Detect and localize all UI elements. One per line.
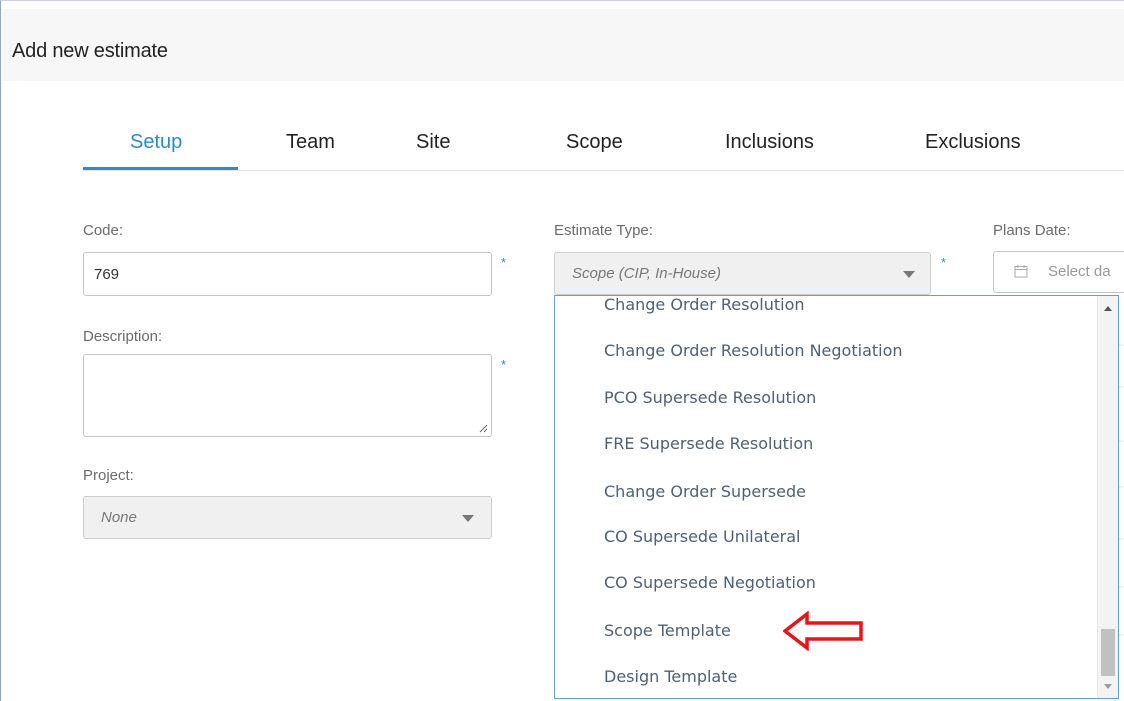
dropdown-option-scope-template[interactable]: Scope Template (604, 621, 731, 640)
chevron-down-icon (903, 271, 915, 278)
tab-site[interactable]: Site (416, 131, 450, 154)
tab-team[interactable]: Team (286, 131, 335, 154)
estimate-type-label: Estimate Type: (554, 222, 653, 239)
estimate-type-select[interactable]: Scope (CIP, In-House) (554, 252, 931, 295)
scrollbar-thumb[interactable] (1101, 629, 1115, 676)
left-arrow-annotation-icon (783, 611, 863, 651)
tab-setup[interactable]: Setup (130, 131, 182, 154)
scroll-down-icon[interactable] (1104, 684, 1112, 689)
description-label: Description: (83, 328, 163, 345)
dropdown-scrollbar[interactable] (1097, 296, 1118, 698)
dialog-header: Add new estimate (2, 9, 1124, 81)
scroll-up-icon[interactable] (1104, 306, 1112, 311)
tab-exclusions[interactable]: Exclusions (925, 131, 1021, 154)
plans-date-input[interactable]: Select da (993, 251, 1124, 293)
plans-date-label: Plans Date: (993, 222, 1071, 239)
clipped-content-edge (1119, 344, 1124, 636)
dropdown-option[interactable]: Change Order Resolution Negotiation (604, 341, 903, 360)
tab-bar: Setup Team Site Scope Inclusions Exclusi… (83, 107, 1124, 171)
chevron-down-icon (462, 515, 474, 522)
plans-date-placeholder: Select da (1048, 263, 1111, 280)
project-select-value: None (101, 509, 137, 526)
dropdown-option[interactable]: Design Template (604, 667, 737, 686)
active-tab-indicator (83, 167, 238, 170)
add-estimate-dialog: Add new estimate Setup Team Site Scope I… (0, 0, 1124, 701)
dropdown-option[interactable]: CO Supersede Negotiation (604, 573, 816, 592)
dialog-title: Add new estimate (12, 40, 168, 62)
estimate-type-select-value: Scope (CIP, In-House) (572, 265, 721, 282)
code-required-mark: * (501, 255, 507, 270)
estimate-type-required-mark: * (941, 255, 947, 270)
project-label: Project: (83, 467, 134, 484)
dropdown-option[interactable]: PCO Supersede Resolution (604, 388, 816, 407)
description-required-mark: * (501, 357, 507, 372)
calendar-icon (1014, 265, 1028, 278)
dropdown-option[interactable]: CO Supersede Unilateral (604, 527, 800, 546)
code-input[interactable]: 769 (83, 252, 492, 296)
dropdown-option[interactable]: Change Order Resolution (604, 296, 805, 314)
code-label: Code: (83, 222, 124, 239)
project-select[interactable]: None (83, 496, 492, 539)
description-textarea[interactable] (83, 354, 492, 437)
dropdown-option[interactable]: FRE Supersede Resolution (604, 434, 813, 453)
resize-grip-icon[interactable] (479, 424, 488, 433)
tab-scope[interactable]: Scope (566, 131, 623, 154)
dropdown-option[interactable]: Change Order Supersede (604, 482, 806, 501)
tab-inclusions[interactable]: Inclusions (725, 131, 814, 154)
